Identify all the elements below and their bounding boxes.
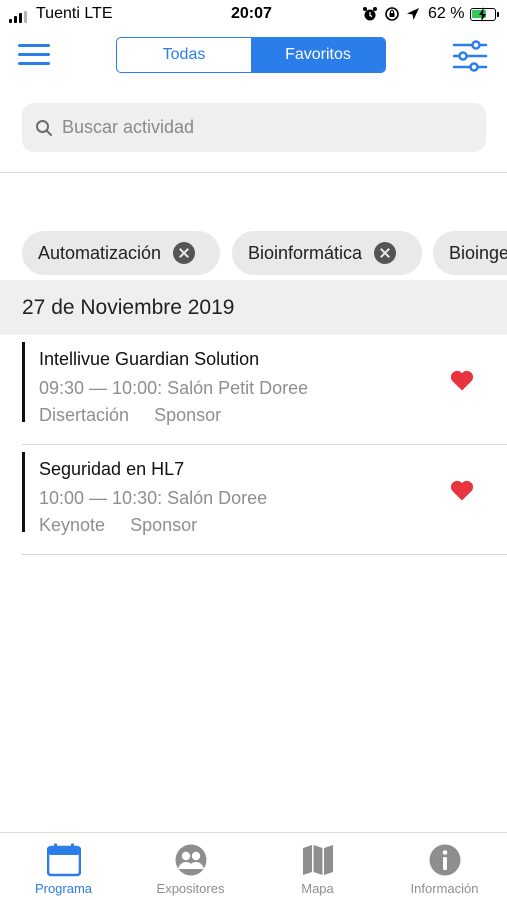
event-tag: Sponsor (154, 405, 222, 425)
carrier-info: Tuenti LTE (36, 5, 112, 23)
event-row[interactable]: Intellivue Guardian Solution 09:30 — 10:… (22, 335, 507, 445)
calendar-icon (47, 843, 81, 877)
rotation-lock-icon (385, 7, 399, 21)
event-tags: Disertación Sponsor (39, 405, 221, 426)
tab-programa[interactable]: Programa (0, 833, 127, 900)
segment-favoritos[interactable]: Favoritos (251, 38, 385, 72)
divider (0, 172, 507, 173)
signal-strength-icon (9, 11, 31, 23)
heart-icon[interactable] (450, 369, 474, 391)
chip-bioingenieria[interactable]: Bioingeniería (433, 231, 507, 275)
segment-todas[interactable]: Todas (117, 38, 251, 72)
battery-percentage: 62 % (428, 5, 465, 22)
sliders-icon[interactable] (452, 40, 488, 72)
navigation-bar: Todas Favoritos (0, 30, 507, 80)
info-icon (429, 844, 461, 876)
chip-bioinformatica[interactable]: Bioinformática (232, 231, 422, 275)
tab-label: Expositores (156, 881, 225, 896)
status-time: 20:07 (231, 5, 272, 22)
hamburger-menu-icon[interactable] (18, 44, 50, 66)
tab-label: Programa (34, 881, 93, 896)
tab-bar: Programa Expositores Mapa Información (0, 832, 507, 900)
filter-chips: Automatización Bioinformática Bioingenie… (0, 231, 507, 275)
chip-label: Bioingeniería (449, 242, 507, 263)
event-accent-bar (22, 452, 25, 532)
charging-bolt-icon (479, 6, 487, 22)
chip-label: Automatización (38, 242, 162, 263)
people-icon (175, 844, 207, 876)
event-time-location: 10:00 — 10:30: Salón Doree (39, 488, 268, 508)
status-icons: 62 % (362, 5, 500, 23)
network-type: LTE (84, 5, 113, 22)
date-section-header: 27 de Noviembre 2019 (0, 280, 507, 335)
event-title: Seguridad en HL7 (39, 459, 185, 479)
tab-label: Información (410, 881, 479, 896)
heart-icon[interactable] (450, 479, 474, 501)
segmented-control: Todas Favoritos (116, 37, 386, 73)
chip-remove-icon[interactable] (173, 242, 196, 264)
search-bar (22, 103, 486, 152)
event-row[interactable]: Seguridad en HL7 10:00 — 10:30: Salón Do… (22, 445, 507, 555)
event-title: Intellivue Guardian Solution (39, 349, 260, 369)
battery-icon (470, 6, 500, 22)
event-tags: Keynote Sponsor (39, 515, 197, 536)
tab-informacion[interactable]: Información (381, 833, 507, 900)
chip-automatizacion[interactable]: Automatización (22, 231, 220, 275)
tab-expositores[interactable]: Expositores (127, 833, 254, 900)
chip-label: Bioinformática (248, 242, 363, 263)
event-tag: Sponsor (130, 515, 198, 535)
carrier-name: Tuenti (36, 5, 80, 22)
event-accent-bar (22, 342, 25, 422)
alarm-icon (363, 7, 377, 21)
map-icon (303, 845, 333, 875)
search-input[interactable] (62, 117, 462, 138)
event-tag: Keynote (39, 515, 106, 535)
tab-label: Mapa (301, 881, 334, 896)
app-screen: Tuenti LTE 20:07 62 % Todas Favoritos Bu… (0, 0, 507, 900)
search-icon (36, 119, 52, 136)
event-tag: Disertación (39, 405, 130, 425)
location-arrow-icon (407, 8, 419, 20)
event-time-location: 09:30 — 10:00: Salón Petit Doree (39, 378, 309, 398)
status-bar: Tuenti LTE 20:07 62 % (0, 0, 507, 30)
chip-remove-icon[interactable] (374, 242, 397, 264)
tab-mapa[interactable]: Mapa (254, 833, 381, 900)
